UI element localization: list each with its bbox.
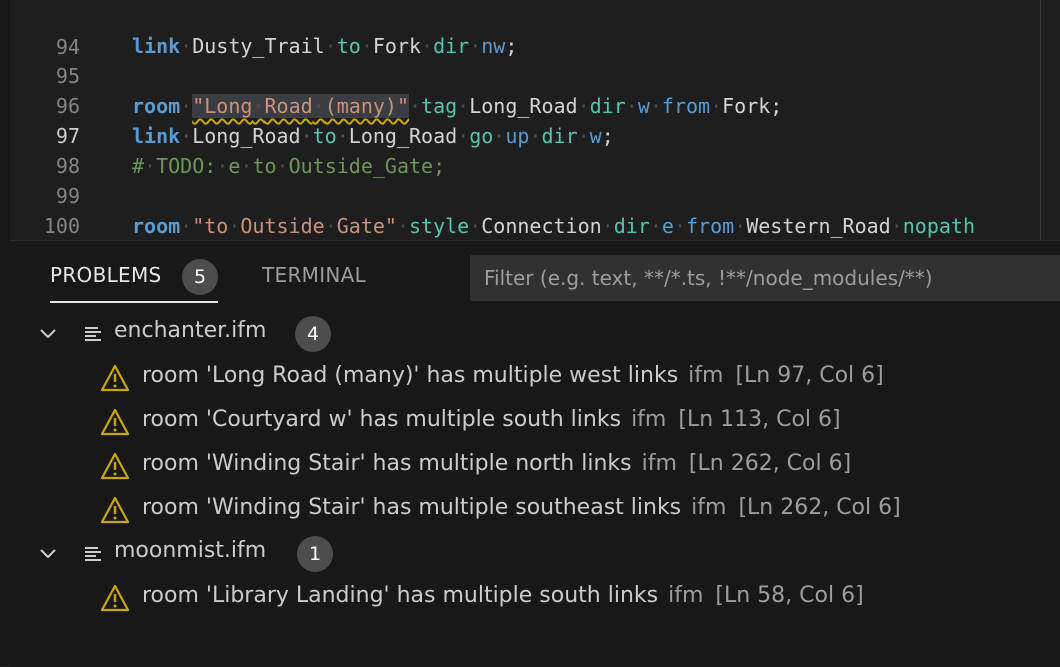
code-line[interactable]: 97 room·"Long·Road·(many)"·tag·Long_Road…	[10, 91, 1060, 148]
keyword: from	[686, 214, 735, 238]
identifier: Long_Road	[348, 124, 458, 148]
warning-icon	[100, 584, 130, 612]
code-line[interactable]: 98 link·Long_Road·to·Long_Road·go·up·dir…	[10, 121, 1060, 178]
keyword: to	[336, 34, 361, 58]
problem-item[interactable]: room 'Library Landing' has multiple sout…	[10, 576, 1060, 620]
problem-location: [Ln 97, Col 6]	[735, 363, 884, 388]
code-line[interactable]: 100	[10, 181, 1060, 238]
problem-source: ifm	[688, 363, 724, 388]
code-line[interactable]: 94	[10, 2, 1060, 59]
problem-file-group[interactable]: moonmist.ifm 1	[10, 532, 1060, 576]
problem-message: room 'Long Road (many)' has multiple wes…	[142, 363, 679, 388]
keyword: go	[469, 124, 494, 148]
warning-icon	[100, 452, 130, 480]
keyword: dir	[613, 214, 650, 238]
active-tab-indicator	[50, 301, 218, 303]
file-lines-icon	[85, 547, 101, 561]
problems-count-badge: 5	[182, 259, 218, 295]
filter-input[interactable]: Filter (e.g. text, **/*.ts, !**/node_mod…	[470, 255, 1060, 301]
activity-strip	[0, 0, 10, 666]
problem-location: [Ln 262, Col 6]	[688, 451, 852, 476]
problem-source: ifm	[631, 407, 667, 432]
problem-item[interactable]: room 'Winding Stair' has multiple southe…	[10, 488, 1060, 532]
punctuation: ;	[505, 34, 518, 58]
file-problem-count: 4	[295, 316, 331, 352]
problem-item[interactable]: room 'Courtyard w' has multiple south li…	[10, 400, 1060, 444]
problem-item[interactable]: room 'Winding Stair' has multiple north …	[10, 444, 1060, 488]
problem-location: [Ln 262, Col 6]	[738, 495, 901, 520]
code-line[interactable]: 95 link·Dusty_Trail·to·Fork·dir·nw;	[10, 31, 1060, 88]
problem-message: room 'Winding Stair' has multiple north …	[142, 451, 632, 476]
problem-source: ifm	[668, 583, 704, 608]
identifier: Long_Road	[469, 94, 578, 118]
bottom-panel: PROBLEMS 5 TERMINAL Filter (e.g. text, *…	[10, 240, 1060, 667]
warning-icon	[100, 408, 130, 436]
keyword: to	[312, 124, 337, 148]
warning-icon	[100, 364, 130, 392]
problem-item[interactable]: room 'Long Road (many)' has multiple wes…	[10, 356, 1060, 400]
problem-location: [Ln 58, Col 6]	[715, 583, 864, 608]
keyword: dir	[433, 34, 470, 58]
problem-file-group[interactable]: enchanter.ifm 4	[10, 312, 1060, 356]
code-line[interactable]: 99 #·TODO:·e·to·Outside_Gate;	[10, 151, 1060, 208]
keyword: up	[505, 124, 530, 148]
keyword: room	[132, 214, 181, 238]
code-line[interactable]: 96	[10, 61, 1060, 118]
file-name: moonmist.ifm	[114, 538, 267, 563]
problem-source: ifm	[691, 495, 727, 520]
punctuation: ;	[770, 94, 783, 118]
problem-source: ifm	[641, 451, 677, 476]
identifier: Fork	[372, 34, 422, 58]
direction-value: w	[589, 124, 602, 148]
string: "to·Outside·Gate"	[192, 214, 397, 238]
file-problem-count: 1	[297, 536, 333, 572]
file-name: enchanter.ifm	[114, 318, 267, 343]
identifier: Fork	[722, 94, 771, 118]
direction-value: nw	[481, 34, 506, 58]
keyword: nopath	[902, 214, 976, 238]
problem-location: [Ln 113, Col 6]	[678, 407, 841, 432]
punctuation: ;	[601, 124, 614, 148]
keyword: tag	[421, 94, 458, 118]
keyword: room	[132, 94, 181, 118]
tab-problems[interactable]: PROBLEMS	[50, 263, 162, 287]
chevron-down-icon[interactable]	[38, 544, 58, 564]
problem-message: room 'Winding Stair' has multiple southe…	[142, 495, 682, 520]
direction-value: e	[661, 214, 674, 238]
code-editor[interactable]: 94 95 link·Dusty_Trail·to·Fork·dir·nw; 9…	[10, 0, 1060, 240]
keyword: link	[132, 34, 181, 58]
comment: #·TODO:·e·to·Outside_Gate;	[132, 154, 446, 178]
keyword: dir	[541, 124, 578, 148]
keyword: link	[132, 124, 181, 148]
identifier: Long_Road	[192, 124, 301, 148]
chevron-down-icon[interactable]	[38, 324, 58, 344]
warning-icon	[100, 496, 130, 524]
code-line[interactable]: 101 room·"to·Outside·Gate"·style·Connect…	[10, 211, 1060, 240]
identifier: Western_Road	[746, 214, 891, 238]
keyword: dir	[589, 94, 626, 118]
identifier: Dusty_Trail	[192, 34, 325, 58]
problem-message: room 'Library Landing' has multiple sout…	[142, 583, 659, 608]
keyword: from	[661, 94, 711, 118]
file-lines-icon	[85, 327, 101, 341]
string-with-warning[interactable]: "Long·Road·(many)"	[192, 94, 409, 118]
tab-terminal[interactable]: TERMINAL	[262, 263, 366, 287]
problem-message: room 'Courtyard w' has multiple south li…	[142, 407, 622, 432]
direction-value: w	[637, 94, 650, 118]
keyword: style	[409, 214, 470, 238]
identifier: Connection	[481, 214, 602, 238]
